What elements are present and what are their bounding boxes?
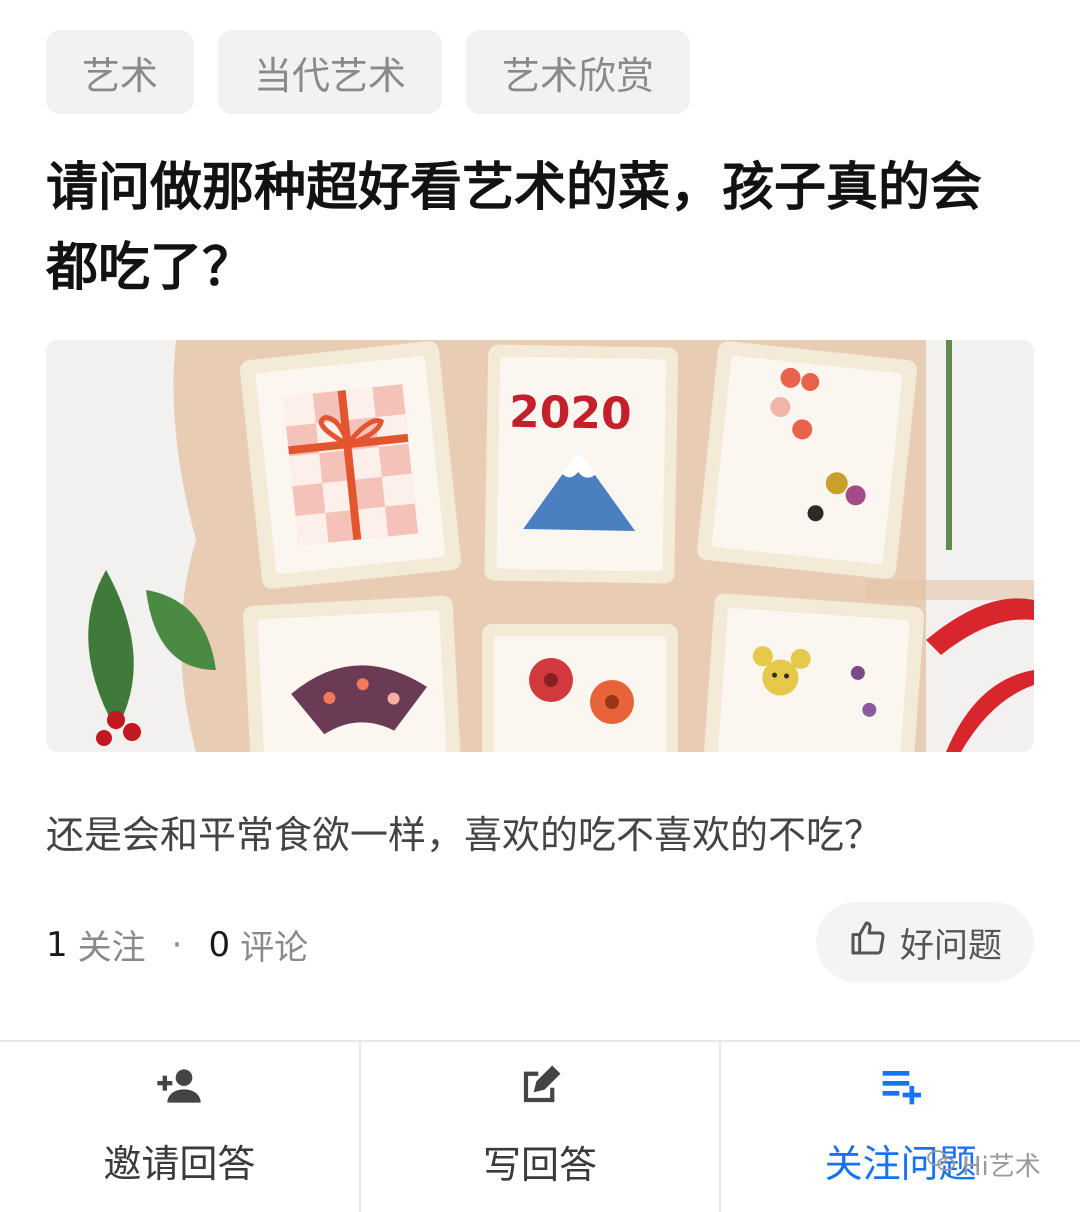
tag-art-appreciation[interactable]: 艺术欣赏 [466, 30, 691, 114]
watermark: Hi艺术 [926, 1146, 1041, 1183]
separator-dot: · [171, 924, 183, 965]
write-answer-label: 写回答 [483, 1143, 598, 1187]
follow-question-button[interactable]: 关注问题 [719, 1042, 1080, 1212]
tag-contemporary-art[interactable]: 当代艺术 [218, 30, 443, 114]
follow-count: 1 [46, 924, 68, 965]
good-question-button[interactable]: 好问题 [816, 902, 1034, 982]
bottom-action-bar: 邀请回答 写回答 关注问题 [0, 1040, 1080, 1212]
comment-count: 0 [208, 924, 231, 965]
thumbs-up-icon [848, 918, 888, 967]
question-stats: 1 关注 · 0 评论 [46, 920, 308, 969]
tag-art[interactable]: 艺术 [46, 30, 195, 114]
edit-icon [519, 1065, 561, 1116]
question-title: 请问做那种超好看艺术的菜，孩子真的会都吃了？ [46, 158, 983, 298]
invite-answer-button[interactable]: 邀请回答 [0, 1042, 359, 1212]
watermark-text: Hi艺术 [962, 1152, 1041, 1182]
good-question-label: 好问题 [900, 925, 1002, 966]
write-answer-button[interactable]: 写回答 [358, 1042, 720, 1212]
playlist-add-icon [879, 1066, 923, 1115]
toast-year-text: 2020 [509, 387, 632, 440]
comment-count-label[interactable]: 评论 [240, 920, 308, 969]
question-image[interactable]: 2020 [46, 340, 1034, 752]
follow-count-label: 关注 [77, 928, 146, 968]
wechat-icon [926, 1148, 956, 1181]
tag-list: 艺术 当代艺术 艺术欣赏 [46, 30, 691, 114]
question-description: 还是会和平常食欲一样，喜欢的吃不喜欢的不吃？ [46, 813, 883, 857]
add-user-icon [154, 1066, 204, 1115]
invite-answer-label: 邀请回答 [103, 1142, 256, 1186]
